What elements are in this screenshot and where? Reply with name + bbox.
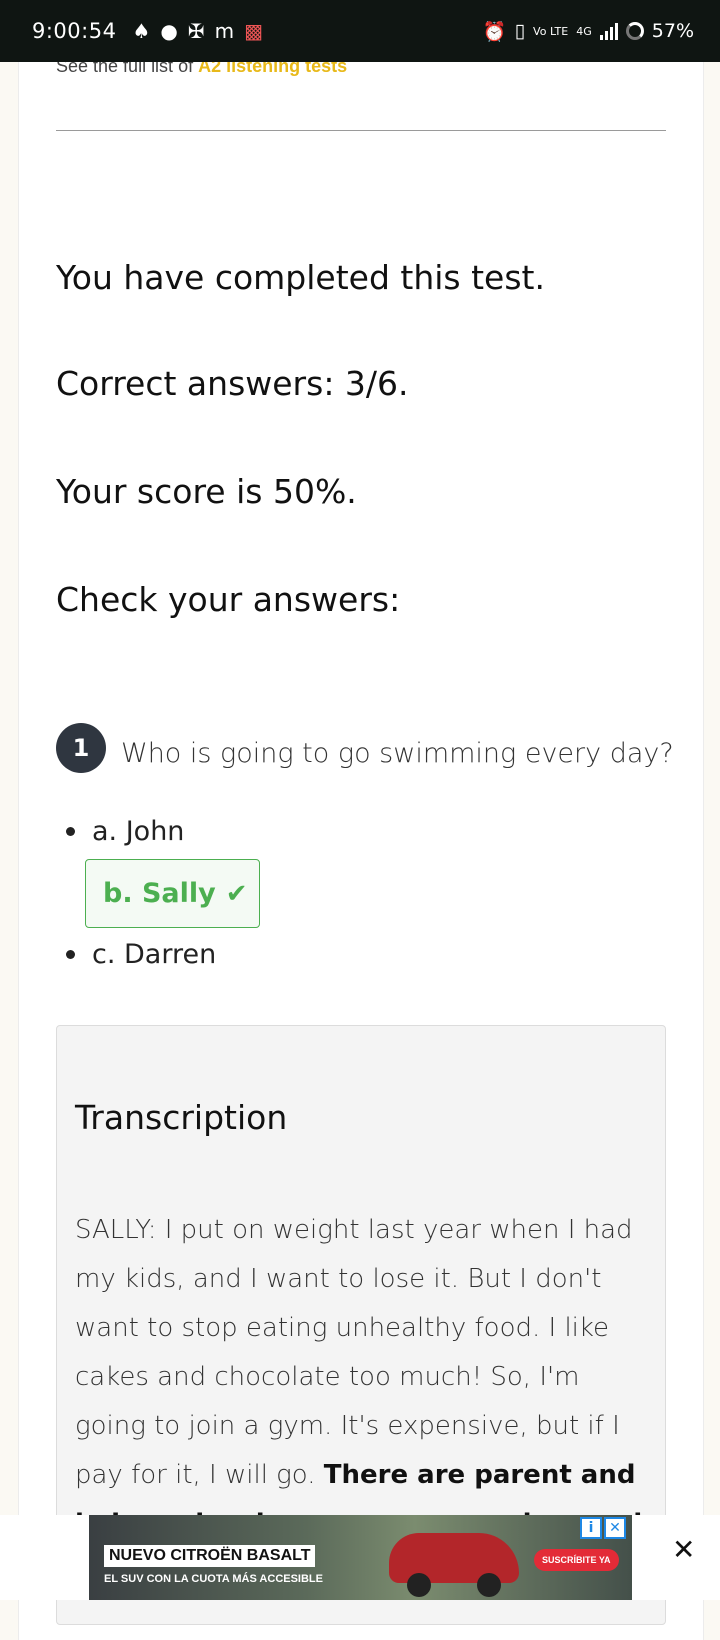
option-c: c. Darren: [66, 939, 216, 970]
completed-message: You have completed this test.: [56, 258, 545, 297]
divider: [56, 130, 666, 131]
network-type: 4G: [576, 24, 592, 38]
m-icon: m: [214, 19, 235, 43]
option-a: a. John: [66, 816, 184, 847]
transcription-text: SALLY: I put on weight last year when I …: [75, 1215, 633, 1490]
bullet: [66, 827, 75, 836]
ad-car-image: [389, 1533, 519, 1597]
ad-banner[interactable]: NUEVO CITROËN BASALT EL SUV CON LA CUOTA…: [0, 1515, 720, 1600]
status-bar: 9:00:54 ♠ ● ✠ m ▩ ⏰ ▯ Vo LTE 4G 57%: [0, 0, 720, 62]
option-label: c. Darren: [92, 939, 217, 970]
ad-info-icon[interactable]: i: [580, 1517, 602, 1539]
ad-choices-close-icon[interactable]: ✕: [604, 1517, 626, 1539]
chat-icon: ●: [160, 19, 178, 43]
snapchat-icon: ♠: [132, 19, 151, 43]
battery-percent: 57%: [651, 20, 694, 42]
question-text: Who is going to go swimming every day?: [121, 738, 674, 769]
alarm-icon: ⏰: [482, 20, 507, 43]
check-answers-heading: Check your answers:: [56, 580, 401, 619]
option-label: b. Sally: [103, 878, 216, 909]
ad-cta-button[interactable]: SUSCRÍBITE YA: [534, 1549, 619, 1571]
pinwheel-icon: ✠: [187, 19, 205, 43]
status-right: ⏰ ▯ Vo LTE 4G 57%: [483, 20, 694, 43]
vibrate-icon: ▯: [514, 20, 526, 42]
ad-headline: NUEVO CITROËN BASALT: [104, 1545, 316, 1567]
ad-subline: EL SUV CON LA CUOTA MÁS ACCESIBLE: [104, 1573, 323, 1585]
question-number-badge: 1: [56, 723, 106, 773]
score: Your score is 50%.: [56, 472, 357, 511]
car-icon: ▩: [244, 19, 264, 43]
volte-indicator: Vo LTE: [533, 24, 569, 38]
correct-answers: Correct answers: 3/6.: [56, 364, 409, 403]
option-label: a. John: [92, 816, 185, 847]
ad-creative[interactable]: NUEVO CITROËN BASALT EL SUV CON LA CUOTA…: [89, 1515, 632, 1600]
option-b-correct: b. Sally ✔: [85, 859, 260, 928]
status-left: 9:00:54 ♠ ● ✠ m ▩: [32, 19, 263, 43]
ad-close-icon[interactable]: ✕: [672, 1533, 695, 1566]
bullet: [66, 950, 75, 959]
signal-icon: [599, 22, 618, 40]
status-time: 9:00:54: [32, 19, 117, 43]
transcription-title: Transcription: [75, 1098, 288, 1137]
check-icon: ✔: [225, 878, 248, 909]
battery-icon: [625, 22, 644, 40]
